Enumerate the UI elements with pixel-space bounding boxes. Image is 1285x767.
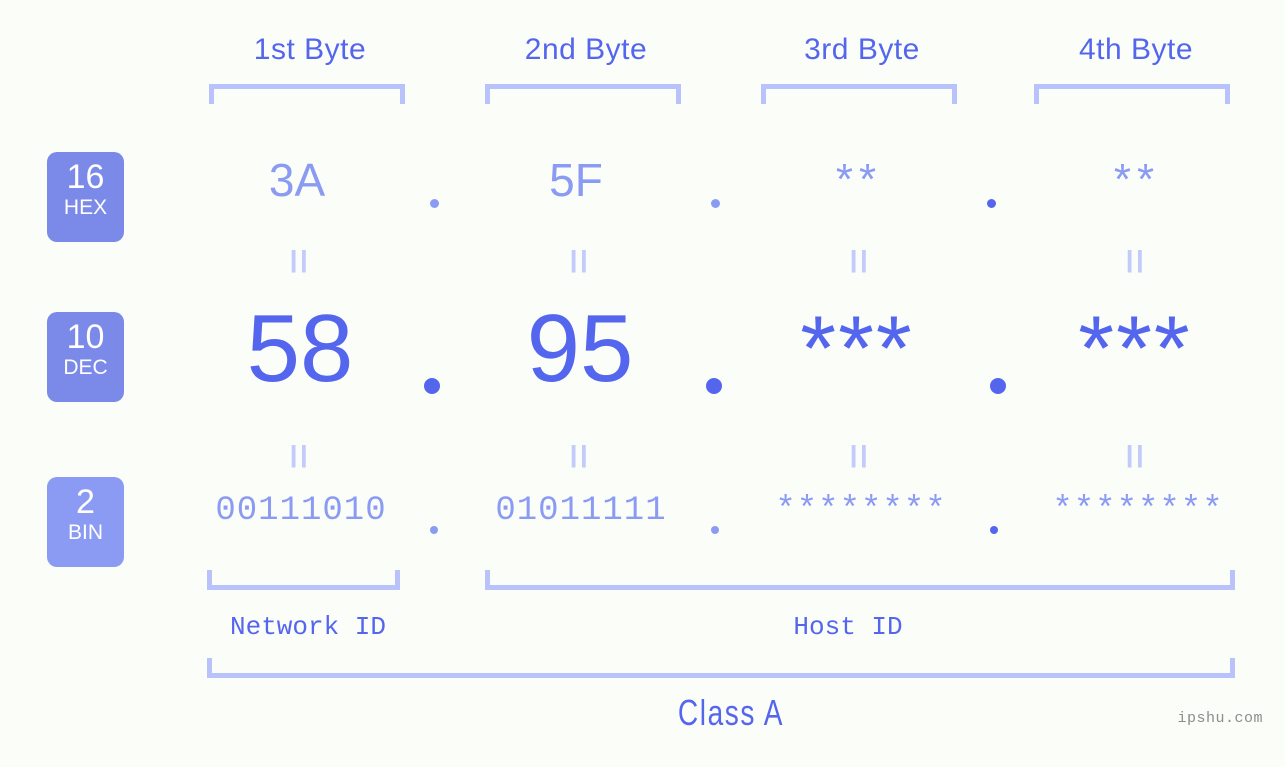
bin-value-byte-2: 01011111 — [495, 492, 667, 530]
host-id-label: Host ID — [793, 612, 903, 642]
hex-value-byte-2: 5F — [549, 154, 603, 206]
base-badge-hex-name: HEX — [63, 196, 108, 219]
dec-value-byte-3: *** — [800, 298, 914, 400]
bin-value-byte-1: 00111010 — [215, 492, 387, 530]
hex-value-byte-3: ** — [835, 155, 883, 204]
ip-address-breakdown-diagram: 1st Byte 2nd Byte 3rd Byte 4th Byte 16 H… — [0, 0, 1285, 767]
hex-value-byte-4: ** — [1113, 155, 1161, 204]
watermark: ipshu.com — [1177, 710, 1263, 727]
equality-mark-hex-dec-4: II — [1126, 242, 1147, 280]
base-badge-bin-number: 2 — [76, 483, 95, 521]
hex-separator-dot-1 — [430, 199, 439, 208]
hex-separator-dot-3 — [987, 199, 996, 208]
base-badge-dec-number: 10 — [66, 318, 105, 356]
bin-separator-dot-3 — [990, 526, 998, 534]
equality-mark-hex-dec-1: II — [290, 242, 311, 280]
byte-bracket-top-3 — [761, 84, 957, 104]
network-id-label: Network ID — [229, 612, 387, 642]
equality-mark-hex-dec-3: II — [850, 242, 871, 280]
dec-separator-dot-1 — [424, 378, 440, 394]
dec-separator-dot-3 — [990, 378, 1006, 394]
base-badge-dec-name: DEC — [63, 356, 108, 379]
byte-header-3: 3rd Byte — [804, 33, 920, 66]
dec-value-byte-4: *** — [1078, 298, 1192, 400]
byte-header-4: 4th Byte — [1078, 33, 1194, 66]
byte-bracket-top-4 — [1034, 84, 1230, 104]
bin-separator-dot-2 — [711, 526, 719, 534]
bin-separator-dot-1 — [430, 526, 438, 534]
base-badge-dec: 10 DEC — [47, 312, 124, 402]
equality-mark-dec-bin-4: II — [1126, 437, 1147, 475]
byte-bracket-top-1 — [209, 84, 405, 104]
dec-value-byte-1: 58 — [246, 295, 354, 402]
host-id-bracket — [485, 570, 1235, 590]
bin-value-byte-3: ******** — [775, 492, 947, 530]
equality-mark-dec-bin-2: II — [570, 437, 591, 475]
byte-bracket-top-2 — [485, 84, 681, 104]
equality-mark-hex-dec-2: II — [570, 242, 591, 280]
dec-value-byte-2: 95 — [526, 295, 634, 402]
byte-header-1: 1st Byte — [253, 33, 367, 66]
equality-mark-dec-bin-1: II — [290, 437, 311, 475]
network-id-bracket — [207, 570, 400, 590]
class-bracket — [207, 658, 1235, 678]
base-badge-bin-name: BIN — [67, 521, 103, 544]
class-label: Class A — [677, 692, 785, 733]
base-badge-bin: 2 BIN — [47, 477, 124, 567]
base-badge-hex: 16 HEX — [47, 152, 124, 242]
base-badge-hex-number: 16 — [66, 158, 105, 196]
dec-separator-dot-2 — [706, 378, 722, 394]
equality-mark-dec-bin-3: II — [850, 437, 871, 475]
byte-header-2: 2nd Byte — [524, 33, 648, 66]
hex-value-byte-1: 3A — [268, 154, 326, 206]
hex-separator-dot-2 — [711, 199, 720, 208]
bin-value-byte-4: ******** — [1052, 492, 1224, 530]
